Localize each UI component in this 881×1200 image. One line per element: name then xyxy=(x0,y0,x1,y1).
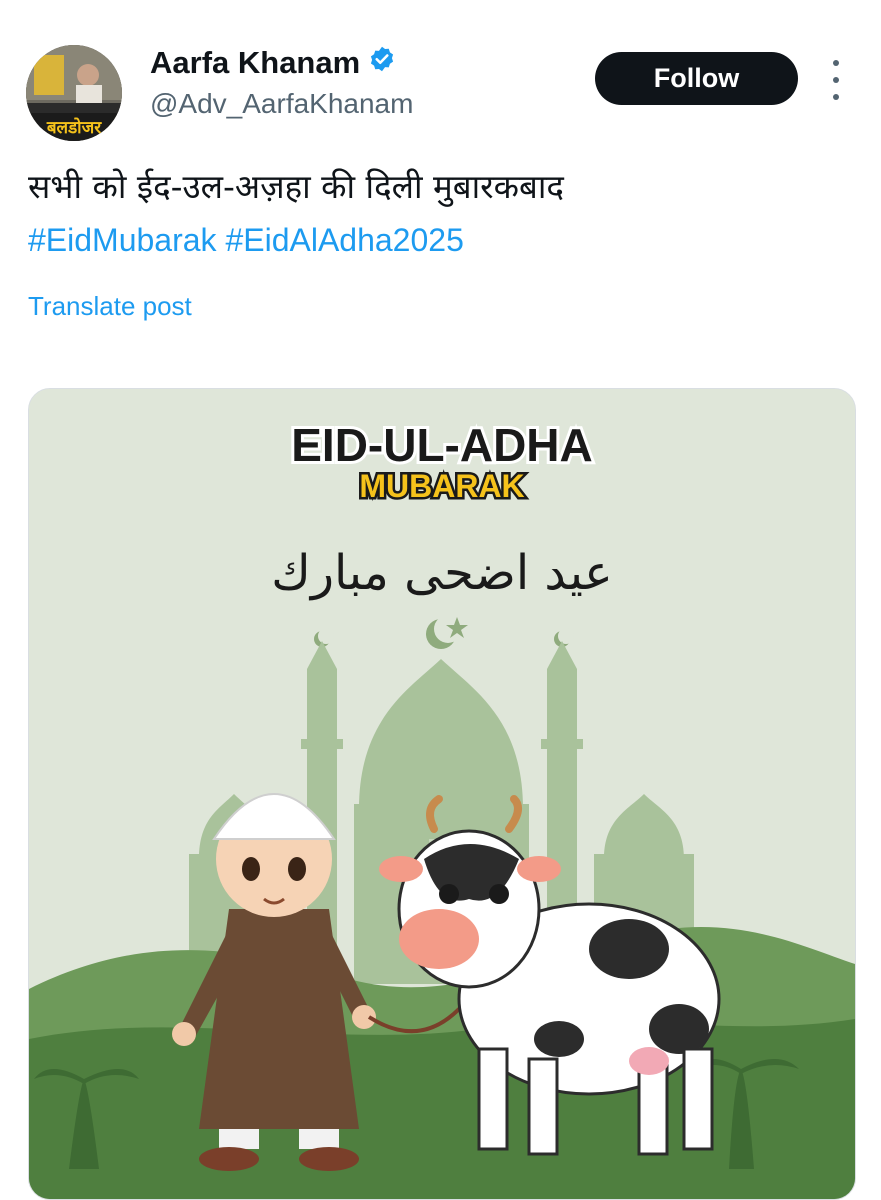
verified-badge-icon xyxy=(368,45,396,81)
author-name-row[interactable]: Aarfa Khanam xyxy=(150,45,396,81)
more-vertical-icon[interactable] xyxy=(818,60,854,100)
post-image[interactable]: EID-UL-ADHA MUBARAK عيد اضحى مبارك xyxy=(28,388,856,1200)
translate-post-link[interactable]: Translate post xyxy=(28,291,192,322)
hashtag-link[interactable]: #EidAlAdha2025 xyxy=(225,222,463,258)
image-title: EID-UL-ADHA xyxy=(291,419,593,471)
post-text: सभी को ईद-उल-अज़हा की दिली मुबारकबाद xyxy=(28,167,564,206)
avatar[interactable]: बलडोजर xyxy=(26,45,122,141)
author-name[interactable]: Aarfa Khanam xyxy=(150,45,360,81)
hashtags: #EidMubarak #EidAlAdha2025 xyxy=(28,222,464,259)
avatar-banner-text: बलडोजर xyxy=(46,117,102,138)
follow-button[interactable]: Follow xyxy=(595,52,798,105)
image-subtitle: MUBARAK xyxy=(359,468,524,504)
author-handle[interactable]: @Adv_AarfaKhanam xyxy=(150,88,413,120)
image-arabic-text: عيد اضحى مبارك xyxy=(271,545,612,601)
hashtag-link[interactable]: #EidMubarak xyxy=(28,222,217,258)
